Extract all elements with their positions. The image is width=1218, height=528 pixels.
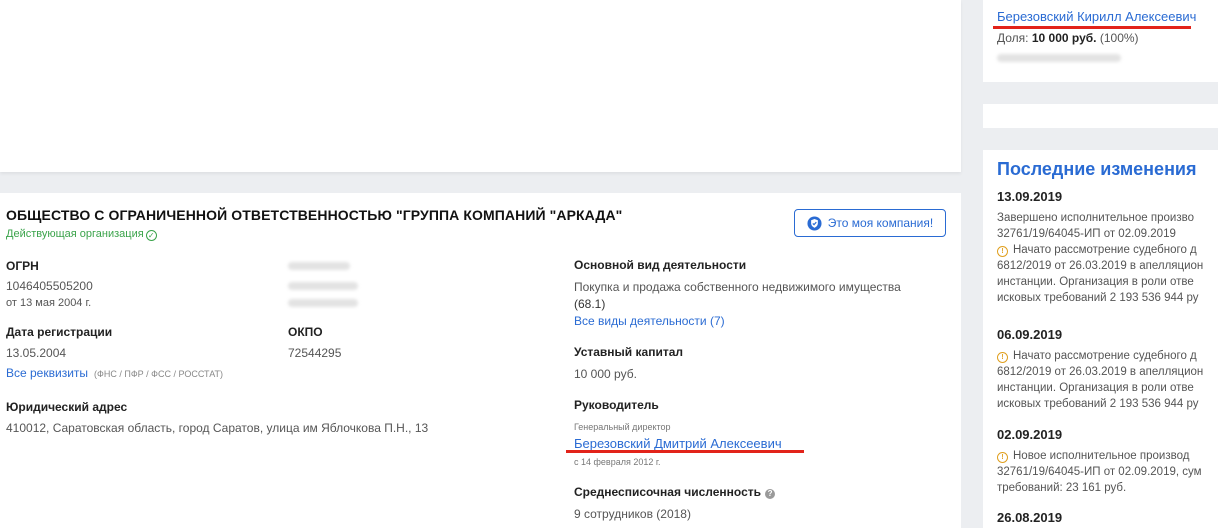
director-label: Руководитель <box>574 398 659 412</box>
redacted-kpp-value <box>288 299 358 307</box>
change-line-text: Начато рассмотрение судебного д <box>1013 244 1197 256</box>
change-line: ! Начато рассмотрение судебного д <box>997 348 1218 364</box>
change-line: исковых требований 2 193 536 944 ру <box>997 292 1199 304</box>
warning-icon: ! <box>997 246 1008 257</box>
share-percent: (100%) <box>1099 31 1139 45</box>
activity-code: (68.1) <box>574 297 606 311</box>
change-text: ! Начато рассмотрение судебного д 6812/20… <box>997 348 1218 412</box>
change-line: инстанции. Организация в роли отве <box>997 276 1194 288</box>
director-position: Генеральный директор <box>574 422 671 432</box>
owner-link[interactable]: Березовский Кирилл Алексеевич <box>997 9 1196 24</box>
company-card: ОБЩЕСТВО С ОГРАНИЧЕННОЙ ОТВЕТСТВЕННОСТЬЮ… <box>0 193 961 528</box>
reg-date-label: Дата регистрации <box>6 325 113 339</box>
staff-value: 9 сотрудников (2018) <box>574 507 691 521</box>
requisites-note: (ФНС / ПФР / ФСС / РОССТАТ) <box>94 369 224 379</box>
change-date: 26.08.2019 <box>997 510 1063 525</box>
okpo-label: ОКПО <box>288 325 323 339</box>
company-title: ОБЩЕСТВО С ОГРАНИЧЕННОЙ ОТВЕТСТВЕННОСТЬЮ… <box>6 207 623 223</box>
change-line: 32761/19/64045-ИП от 02.09.2019, сум <box>997 466 1202 478</box>
staff-label-text: Среднесписочная численность <box>574 485 762 499</box>
change-line-text: Новое исполнительное производ <box>1013 450 1190 462</box>
change-date: 02.09.2019 <box>997 427 1063 442</box>
ogrn-label: ОГРН <box>6 259 39 273</box>
redacted-owner-inn <box>997 54 1121 62</box>
change-line: исковых требований 2 193 536 944 ру <box>997 398 1199 410</box>
address-value: 410012, Саратовская область, город Сарат… <box>6 421 429 435</box>
reg-date-value: 13.05.2004 <box>6 346 67 360</box>
owner-card: Березовский Кирилл Алексеевич Доля: 10 0… <box>983 0 1218 82</box>
my-company-label: Это моя компания! <box>827 216 934 230</box>
change-line: ! Начато рассмотрение судебного д <box>997 242 1218 258</box>
redacted-inn-label <box>288 262 350 270</box>
changes-card: Последние изменения 13.09.2019 Завершено… <box>983 150 1218 528</box>
activity-label: Основной вид деятельности <box>574 258 747 272</box>
company-status: Действующая организация ✓ <box>6 228 157 241</box>
spacer-card <box>983 104 1218 128</box>
change-date: 06.09.2019 <box>997 327 1063 342</box>
requisites-row: Все реквизиты (ФНС / ПФР / ФСС / РОССТАТ) <box>6 365 223 383</box>
my-company-button[interactable]: Это моя компания! <box>794 209 946 237</box>
change-line-text: Начато рассмотрение судебного д <box>1013 350 1197 362</box>
warning-icon: ! <box>997 452 1008 463</box>
director-link[interactable]: Березовский Дмитрий Алексеевич <box>574 436 782 451</box>
change-line: ! Новое исполнительное производ <box>997 448 1218 464</box>
capital-label: Уставный капитал <box>574 345 683 359</box>
change-line: 6812/2019 от 26.03.2019 в апелляцион <box>997 366 1204 378</box>
top-card <box>0 0 961 172</box>
redacted-inn-value <box>288 282 358 290</box>
all-requisites-link[interactable]: Все реквизиты <box>6 366 88 380</box>
capital-value: 10 000 руб. <box>574 367 637 381</box>
change-text: ! Новое исполнительное производ 32761/19/… <box>997 448 1218 496</box>
share-prefix: Доля: <box>997 31 1029 45</box>
info-icon[interactable]: ? <box>765 489 776 499</box>
address-label: Юридический адрес <box>6 400 128 414</box>
share-amount: 10 000 руб. <box>1031 31 1097 45</box>
check-circle-icon: ✓ <box>145 230 157 241</box>
change-line: 32761/19/64045-ИП от 02.09.2019 <box>997 228 1176 240</box>
change-line: инстанции. Организация в роли отве <box>997 382 1194 394</box>
all-activities-link[interactable]: Все виды деятельности (7) <box>574 313 725 330</box>
director-since: с 14 февраля 2012 г. <box>574 457 661 467</box>
red-underline-owner <box>993 26 1191 29</box>
change-line: Завершено исполнительное произво <box>997 212 1194 224</box>
activity-value: Покупка и продажа собственного недвижимо… <box>574 280 901 294</box>
changes-title: Последние изменения <box>997 159 1197 179</box>
status-text: Действующая организация <box>6 228 144 240</box>
staff-label: Среднесписочная численность? <box>574 485 776 499</box>
okpo-value: 72544295 <box>288 346 342 360</box>
red-underline-director <box>566 450 804 453</box>
change-date: 13.09.2019 <box>997 189 1063 204</box>
change-line: требований: 23 161 руб. <box>997 482 1127 494</box>
owner-share: Доля: 10 000 руб. (100%) <box>997 31 1139 45</box>
change-text: Завершено исполнительное произво 32761/1… <box>997 210 1218 306</box>
ogrn-value: 1046405505200 <box>6 279 93 293</box>
warning-icon: ! <box>997 352 1008 363</box>
shield-check-icon <box>807 215 822 231</box>
change-line: 6812/2019 от 26.03.2019 в апелляцион <box>997 260 1204 272</box>
ogrn-date: от 13 мая 2004 г. <box>6 297 92 309</box>
